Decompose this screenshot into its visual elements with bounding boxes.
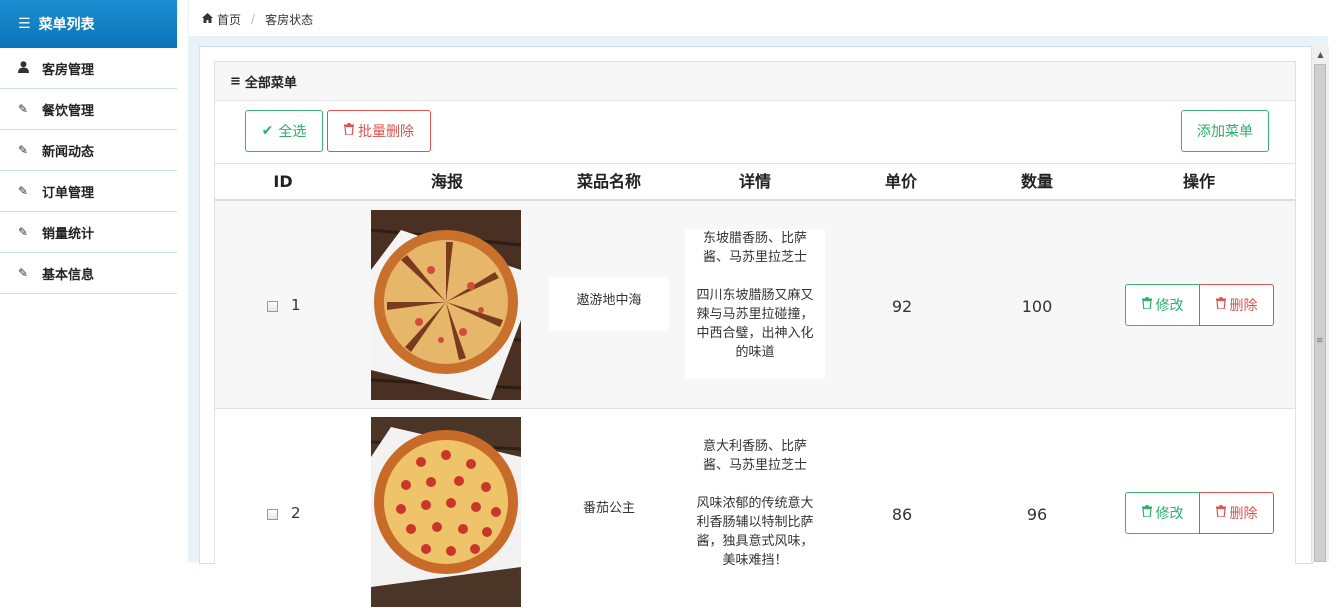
sidebar-item-label: 新闻动态 <box>42 144 95 160</box>
toolbar: ✔ 全选 批量删除 添加菜单 <box>215 101 1295 164</box>
sidebar-item-label: 餐饮管理 <box>42 103 95 119</box>
breadcrumb-current: 客房状态 <box>265 12 314 27</box>
edit-icon: ✎ <box>18 143 29 157</box>
home-icon <box>202 12 213 26</box>
delete-button[interactable]: 删除 <box>1199 284 1274 326</box>
panel-header: ≡ 全部菜单 <box>215 62 1295 101</box>
col-header-actions: 操作 <box>1182 172 1215 191</box>
sidebar-item-sales-stats[interactable]: ✎ 销量统计 <box>0 212 177 253</box>
trash-icon <box>1141 297 1152 313</box>
pizza-poster-image <box>370 210 522 404</box>
edit-icon: ✎ <box>18 266 29 280</box>
select-all-button[interactable]: ✔ 全选 <box>245 110 323 152</box>
menu-panel: ≡ 全部菜单 ✔ 全选 批量删除 添加菜单 ID 海报 菜品名称 详情 单价 数… <box>214 61 1296 607</box>
col-header-id[interactable]: ID <box>253 163 313 201</box>
sidebar-header-label: 菜单列表 <box>38 17 95 33</box>
check-icon: ✔ <box>261 123 274 139</box>
trash-icon <box>344 123 354 139</box>
scroll-up-arrow-icon[interactable]: ▲ <box>1312 48 1329 62</box>
sidebar-header[interactable]: ☰ 菜单列表 <box>0 0 177 48</box>
col-header-detail[interactable]: 详情 <box>705 163 805 201</box>
delete-button[interactable]: 删除 <box>1199 492 1274 534</box>
user-icon <box>18 60 34 76</box>
edit-button[interactable]: 修改 <box>1125 492 1200 534</box>
edit-icon: ✎ <box>18 102 29 116</box>
delete-label: 删除 <box>1229 298 1258 314</box>
vertical-scrollbar[interactable]: ▲ ≡ <box>1311 46 1329 562</box>
row-checkbox[interactable] <box>267 301 278 312</box>
dish-name: 番茄公主 <box>582 501 635 516</box>
edit-label: 修改 <box>1155 506 1184 522</box>
detail-description: 风味浓郁的传统意大利香肠辅以特制比萨酱，独具意式风味，美味难挡！ <box>696 496 814 568</box>
detail-description: 四川东坡腊肠又麻又辣与马苏里拉碰撞，中西合璧，出神入化的味道 <box>696 288 814 360</box>
row-id: 1 <box>291 296 301 314</box>
table-row: 1 遨游地中海 东坡腊香肠、比萨酱、马苏里拉芝士 四川东坡腊肠又麻又辣与马苏里拉… <box>215 201 1295 409</box>
breadcrumb-separator: / <box>251 12 256 26</box>
trash-icon <box>1215 297 1226 313</box>
sidebar-item-news[interactable]: ✎ 新闻动态 <box>0 130 177 171</box>
detail-spacer <box>691 475 819 494</box>
col-header-qty[interactable]: 数量 <box>987 163 1087 201</box>
sidebar-item-dining-management[interactable]: ✎ 餐饮管理 <box>0 89 177 130</box>
delete-label: 删除 <box>1229 506 1258 522</box>
panel-title: 全部菜单 <box>244 75 297 91</box>
trash-icon <box>1141 505 1152 521</box>
scrollbar-grip-icon: ≡ <box>1316 336 1324 346</box>
dish-name: 遨游地中海 <box>549 277 669 331</box>
list-icon: ☰ <box>18 16 31 32</box>
sidebar-item-label: 订单管理 <box>42 185 95 201</box>
dish-price: 92 <box>891 297 913 316</box>
sidebar-item-orders[interactable]: ✎ 订单管理 <box>0 171 177 212</box>
row-id: 2 <box>291 504 301 522</box>
select-all-label: 全选 <box>278 124 307 140</box>
col-header-price[interactable]: 单价 <box>851 163 951 201</box>
trash-icon <box>1215 505 1226 521</box>
dish-detail: 意大利香肠、比萨酱、马苏里拉芝士 风味浓郁的传统意大利香肠辅以特制比萨酱，独具意… <box>685 437 825 577</box>
dish-detail: 东坡腊香肠、比萨酱、马苏里拉芝士 四川东坡腊肠又麻又辣与马苏里拉碰撞，中西合璧，… <box>685 229 825 379</box>
detail-ingredients: 意大利香肠、比萨酱、马苏里拉芝士 <box>702 439 807 473</box>
edit-label: 修改 <box>1155 298 1184 314</box>
breadcrumb: 首页 / 客房状态 <box>188 0 1343 38</box>
dish-quantity: 100 <box>1021 297 1053 316</box>
sidebar-item-label: 基本信息 <box>42 267 95 283</box>
scrollbar-thumb[interactable] <box>1314 64 1326 562</box>
add-menu-label: 添加菜单 <box>1197 124 1253 140</box>
col-header-name[interactable]: 菜品名称 <box>559 163 659 201</box>
dish-price: 86 <box>891 505 913 524</box>
batch-delete-label: 批量删除 <box>358 124 414 140</box>
sidebar-item-room-management[interactable]: 客房管理 <box>0 48 177 89</box>
batch-delete-button[interactable]: 批量删除 <box>327 110 431 152</box>
sidebar: ☰ 菜单列表 客房管理 ✎ 餐饮管理 ✎ 新闻动态 ✎ 订单管理 ✎ 销量统计 … <box>0 0 177 562</box>
pizza-poster-image <box>370 417 522 611</box>
detail-ingredients: 东坡腊香肠、比萨酱、马苏里拉芝士 <box>702 231 807 265</box>
detail-spacer <box>691 267 819 286</box>
edit-button[interactable]: 修改 <box>1125 284 1200 326</box>
row-checkbox[interactable] <box>267 509 278 520</box>
col-header-poster[interactable]: 海报 <box>397 163 497 201</box>
sidebar-item-label: 销量统计 <box>42 226 95 242</box>
add-menu-button[interactable]: 添加菜单 <box>1181 110 1269 152</box>
table-header: ID 海报 菜品名称 详情 单价 数量 操作 <box>215 163 1295 201</box>
edit-icon: ✎ <box>18 184 29 198</box>
sidebar-item-basic-info[interactable]: ✎ 基本信息 <box>0 253 177 294</box>
breadcrumb-home-link[interactable]: 首页 <box>217 11 241 28</box>
table-row: 2 番茄公主 意大利香肠、比萨酱、马苏里拉芝士 风味浓郁的传统意大利香肠辅以特制… <box>215 409 1295 607</box>
bars-icon: ≡ <box>230 73 241 89</box>
dish-quantity: 96 <box>1026 505 1048 524</box>
sidebar-item-label: 客房管理 <box>42 62 95 78</box>
edit-icon: ✎ <box>18 225 29 239</box>
